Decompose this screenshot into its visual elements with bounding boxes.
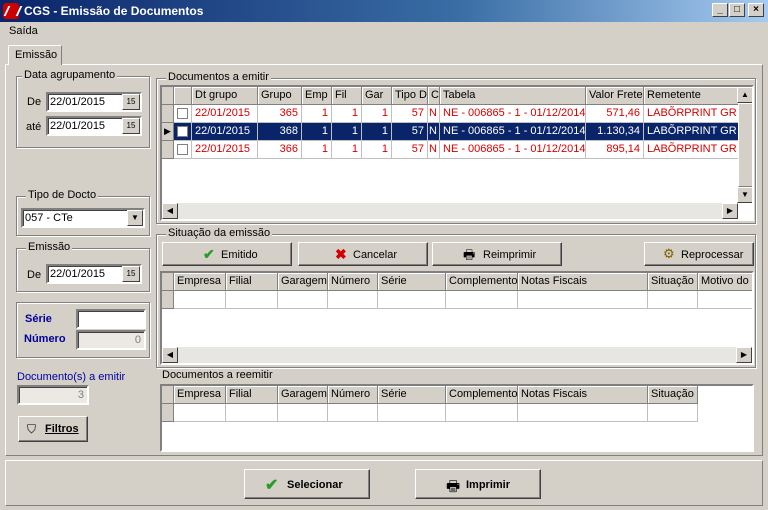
calendar-icon[interactable]: 15 (122, 118, 140, 134)
col-header[interactable]: Empresa (174, 386, 226, 404)
col-header[interactable]: Complemento (446, 273, 518, 291)
scroll-right-icon[interactable]: ▶ (722, 203, 738, 219)
col-header[interactable]: Gar (362, 87, 392, 105)
situacao-grid[interactable]: Empresa Filial Garagem Número Série Comp… (160, 271, 754, 365)
gear-icon: ⚙ (663, 246, 675, 261)
menu-bar: Saída (0, 22, 768, 40)
scroll-left-icon[interactable]: ◀ (162, 203, 178, 219)
docs-emitir-count-field: 3 (17, 385, 89, 405)
selecionar-button[interactable]: ✔ Selecionar (244, 469, 370, 499)
ate-label: até (26, 121, 42, 133)
scroll-thumb[interactable] (738, 103, 752, 187)
maximize-button[interactable]: □ (729, 3, 745, 17)
col-header[interactable]: Série (378, 273, 446, 291)
emitido-button[interactable]: ✔ Emitido (162, 242, 292, 266)
data-agrupamento-label: Data agrupamento (22, 69, 118, 81)
row-checkbox[interactable] (177, 144, 188, 155)
scroll-left-icon[interactable]: ◀ (162, 347, 178, 363)
col-header[interactable]: Garagem (278, 273, 328, 291)
close-button[interactable]: × (748, 3, 764, 17)
tab-emissao[interactable]: Emissão (8, 45, 62, 65)
window-title: CGS - Emissão de Documentos (24, 4, 204, 18)
chevron-down-icon[interactable]: ▼ (127, 210, 143, 226)
current-row-icon: ▶ (162, 123, 174, 141)
reimprimir-button[interactable]: 🖶 Reimprimir (432, 242, 562, 266)
cancelar-button[interactable]: ✖ Cancelar (298, 242, 428, 266)
numero-label: Número (24, 333, 66, 345)
col-header[interactable]: Número (328, 386, 378, 404)
numero-field[interactable]: 0 (76, 330, 146, 350)
tab-emissao-label: Emissão (15, 49, 58, 61)
data-agrupamento-de-field[interactable]: 22/01/2015 15 (46, 92, 142, 112)
col-header[interactable]: Emp (302, 87, 332, 105)
scroll-up-icon[interactable]: ▲ (737, 87, 752, 103)
scroll-right-icon[interactable]: ▶ (736, 347, 752, 363)
documentos-emitir-label: Documentos a emitir (166, 71, 271, 83)
app-icon (3, 3, 19, 19)
title-bar: CGS - Emissão de Documentos _ □ × (0, 0, 768, 22)
col-header[interactable]: C (428, 87, 440, 105)
calendar-icon[interactable]: 15 (122, 94, 140, 110)
tipo-docto-select[interactable]: 057 - CTe ▼ (21, 208, 145, 228)
data-agrupamento-group (16, 76, 150, 148)
col-header[interactable]: Situação (648, 273, 698, 291)
col-header[interactable]: Valor Frete (586, 87, 644, 105)
col-header[interactable]: Filial (226, 386, 278, 404)
col-header[interactable]: Fil (332, 87, 362, 105)
serie-field[interactable] (76, 309, 146, 329)
col-header[interactable]: Número (328, 273, 378, 291)
col-header[interactable]: Tipo D (392, 87, 428, 105)
col-header[interactable]: Complemento (446, 386, 518, 404)
docs-emitir-count-label: Documento(s) a emitir (17, 371, 126, 383)
col-header[interactable]: Notas Fiscais (518, 386, 648, 404)
de-label: De (27, 96, 42, 108)
horizontal-scrollbar[interactable]: ◀ ▶ (162, 203, 738, 219)
imprimir-button[interactable]: 🖶 Imprimir (415, 469, 541, 499)
serie-label: Série (25, 313, 52, 325)
reprocessar-button[interactable]: ⚙ Reprocessar (644, 242, 754, 266)
minimize-button[interactable]: _ (712, 3, 728, 17)
col-header[interactable]: Empresa (174, 273, 226, 291)
scroll-down-icon[interactable]: ▼ (737, 187, 752, 203)
cancel-x-icon: ✖ (335, 246, 347, 262)
col-header[interactable]: Situação (648, 386, 698, 404)
reemitir-label: Documentos a reemitir (162, 369, 273, 381)
emissao-de-field[interactable]: 22/01/2015 15 (46, 264, 142, 284)
col-header[interactable]: Filial (226, 273, 278, 291)
row-checkbox[interactable] (177, 108, 188, 119)
col-header[interactable]: Série (378, 386, 446, 404)
row-checkbox[interactable] (177, 126, 188, 137)
emissao-label: Emissão (26, 241, 73, 253)
data-agrupamento-ate-field[interactable]: 22/01/2015 15 (46, 116, 142, 136)
tipo-docto-label: Tipo de Docto (26, 189, 99, 201)
col-header[interactable]: Tabela (440, 87, 586, 105)
col-header[interactable]: Dt grupo (192, 87, 258, 105)
vertical-scrollbar[interactable]: ▲ ▼ (737, 87, 752, 203)
col-header[interactable]: Garagem (278, 386, 328, 404)
menu-saida[interactable]: Saída (9, 25, 38, 37)
reemitir-grid[interactable]: Empresa Filial Garagem Número Série Comp… (160, 384, 754, 452)
printer-icon: 🖶 (446, 478, 461, 495)
col-header[interactable]: Grupo (258, 87, 302, 105)
calendar-icon[interactable]: 15 (122, 266, 140, 282)
col-header[interactable]: Remetente (644, 87, 744, 105)
emissao-de-label: De (27, 269, 42, 281)
footer-panel (5, 460, 763, 506)
documentos-emitir-grid[interactable]: Dt grupo Grupo Emp Fil Gar Tipo D C Tabe… (160, 85, 754, 221)
horizontal-scrollbar[interactable]: ◀ ▶ (162, 347, 752, 363)
check-icon: ✔ (265, 477, 279, 494)
filtros-button[interactable]: ⛉ Filtros (18, 416, 88, 442)
col-header[interactable]: Notas Fiscais (518, 273, 648, 291)
check-icon: ✔ (203, 246, 215, 262)
printer-icon: 🖶 (463, 247, 476, 262)
situacao-label: Situação da emissão (166, 227, 273, 239)
filter-icon: ⛉ (27, 422, 37, 436)
col-header[interactable]: Motivo do c (698, 273, 752, 291)
